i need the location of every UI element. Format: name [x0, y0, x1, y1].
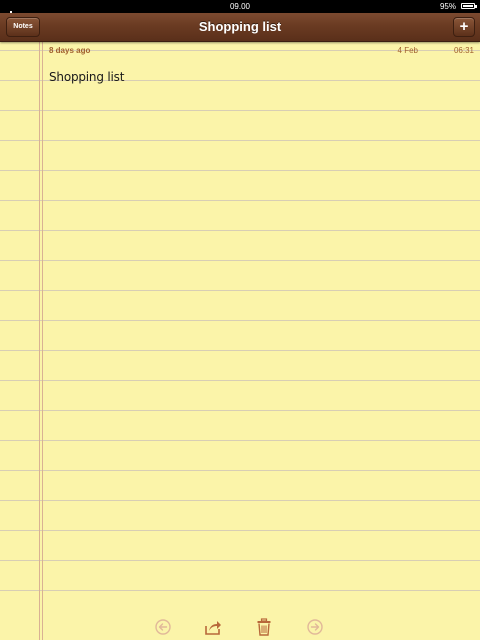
status-time: 09.00 — [229, 2, 251, 11]
note-age: 8 days ago — [49, 46, 91, 55]
margin-line — [42, 42, 43, 640]
margin-line — [39, 42, 40, 640]
battery-percent: 95% — [439, 2, 456, 11]
note-time: 06:31 — [453, 46, 474, 55]
note-body[interactable]: Shopping list — [49, 70, 124, 84]
note-meta: 8 days ago 4 Feb 06:31 — [49, 46, 474, 58]
bottom-toolbar — [0, 610, 480, 640]
note-paper[interactable]: 8 days ago 4 Feb 06:31 Shopping list — [0, 42, 480, 640]
navigation-bar: Notes Shopping list + — [0, 13, 480, 42]
add-note-button[interactable]: + — [453, 17, 475, 37]
trash-icon[interactable] — [255, 618, 273, 636]
page-title: Shopping list — [198, 19, 282, 34]
next-note-icon[interactable] — [306, 618, 324, 636]
share-icon[interactable] — [204, 618, 222, 636]
previous-note-icon[interactable] — [154, 618, 172, 636]
status-bar: 09.00 95% — [0, 0, 480, 17]
battery-icon — [461, 3, 477, 9]
note-date: 4 Feb — [397, 46, 418, 55]
